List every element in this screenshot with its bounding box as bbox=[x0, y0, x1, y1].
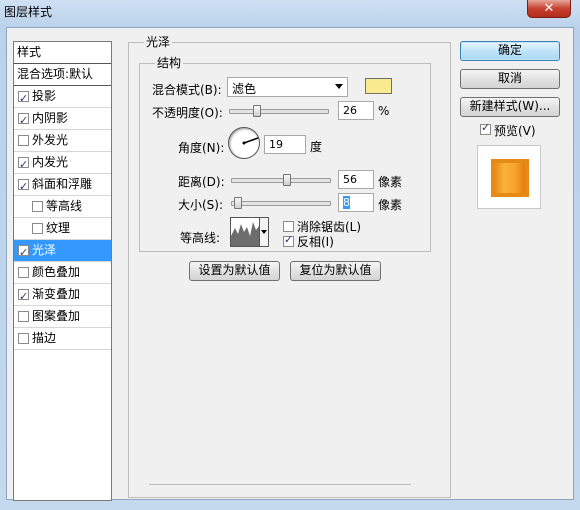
reset-default-button[interactable]: 复位为默认值 bbox=[290, 261, 381, 281]
style-list-label: 颜色叠加 bbox=[32, 265, 81, 279]
cancel-button[interactable]: 取消 bbox=[460, 69, 560, 89]
opacity-label: 不透明度(O): bbox=[152, 106, 223, 120]
style-list-item[interactable]: 外发光 bbox=[14, 130, 111, 152]
size-slider-track[interactable] bbox=[231, 201, 331, 206]
style-list-item[interactable]: 样式 bbox=[14, 42, 111, 64]
style-list-checkbox[interactable] bbox=[18, 110, 29, 131]
blend-mode-select[interactable]: 滤色 bbox=[227, 77, 348, 97]
new-style-button[interactable]: 新建样式(W)... bbox=[460, 97, 560, 117]
style-list-label: 斜面和浮雕 bbox=[32, 177, 93, 191]
satin-group: 光泽 结构 混合模式(B): 滤色 不透明度(O): 26 % 角度(N): 1… bbox=[128, 36, 451, 498]
bottom-divider bbox=[149, 484, 411, 485]
size-label: 大小(S): bbox=[178, 198, 224, 212]
style-list-checkbox[interactable] bbox=[18, 176, 29, 197]
chevron-down-icon bbox=[335, 84, 343, 89]
blend-mode-value: 滤色 bbox=[232, 82, 257, 96]
style-list-label: 等高线 bbox=[46, 199, 83, 213]
style-list-label: 光泽 bbox=[32, 243, 57, 257]
style-list-item[interactable]: 混合选项:默认 bbox=[14, 64, 111, 86]
style-list-checkbox[interactable] bbox=[32, 201, 43, 212]
contour-dropdown[interactable] bbox=[260, 217, 269, 247]
title-bar[interactable]: 图层样式 ✕ bbox=[0, 0, 580, 22]
make-default-button[interactable]: 设置为默认值 bbox=[189, 261, 280, 281]
contour-label: 等高线: bbox=[180, 231, 221, 245]
style-list-label: 渐变叠加 bbox=[32, 287, 81, 301]
style-list-item[interactable]: 内发光 bbox=[14, 152, 111, 175]
layer-style-dialog: 图层样式 ✕ 样式混合选项:默认投影内阴影外发光内发光斜面和浮雕等高线纹理光泽颜… bbox=[0, 0, 580, 510]
blend-mode-label: 混合模式(B): bbox=[152, 83, 222, 97]
style-list-label: 混合选项:默认 bbox=[17, 67, 94, 81]
structure-group-title: 结构 bbox=[155, 56, 184, 70]
distance-input[interactable]: 56 bbox=[338, 170, 374, 189]
opacity-input[interactable]: 26 bbox=[338, 101, 374, 120]
style-list: 样式混合选项:默认投影内阴影外发光内发光斜面和浮雕等高线纹理光泽颜色叠加渐变叠加… bbox=[13, 41, 112, 501]
style-list-item[interactable]: 颜色叠加 bbox=[14, 262, 111, 284]
window-title: 图层样式 bbox=[4, 5, 53, 19]
style-list-item[interactable]: 描边 bbox=[14, 328, 111, 350]
style-list-item[interactable]: 渐变叠加 bbox=[14, 284, 111, 307]
style-list-item[interactable]: 纹理 bbox=[14, 218, 111, 240]
style-list-checkbox[interactable] bbox=[18, 88, 29, 109]
style-list-label: 样式 bbox=[17, 45, 42, 59]
antialias-checkbox[interactable] bbox=[283, 221, 294, 232]
angle-unit: 度 bbox=[310, 140, 323, 154]
distance-unit: 像素 bbox=[378, 175, 403, 189]
close-button[interactable]: ✕ bbox=[527, 0, 571, 18]
opacity-slider-track[interactable] bbox=[229, 109, 329, 114]
structure-group: 结构 混合模式(B): 滤色 不透明度(O): 26 % 角度(N): 19 度… bbox=[139, 57, 431, 252]
style-list-item[interactable]: 等高线 bbox=[14, 196, 111, 218]
style-list-label: 图案叠加 bbox=[32, 309, 81, 323]
size-input-value: 8 bbox=[343, 196, 350, 209]
style-list-label: 外发光 bbox=[32, 133, 69, 147]
distance-slider-thumb[interactable] bbox=[282, 174, 291, 186]
distance-slider-track[interactable] bbox=[231, 178, 331, 183]
contour-picker[interactable] bbox=[230, 217, 260, 247]
dialog-client-area: 样式混合选项:默认投影内阴影外发光内发光斜面和浮雕等高线纹理光泽颜色叠加渐变叠加… bbox=[6, 27, 574, 501]
invert-label: 反相(I) bbox=[297, 235, 334, 249]
angle-label: 角度(N): bbox=[178, 141, 225, 155]
style-list-label: 投影 bbox=[32, 89, 57, 103]
style-list-checkbox[interactable] bbox=[18, 135, 29, 146]
size-slider-thumb[interactable] bbox=[233, 197, 242, 209]
satin-group-title: 光泽 bbox=[144, 35, 173, 49]
blend-color-swatch[interactable] bbox=[365, 78, 392, 94]
style-list-checkbox[interactable] bbox=[18, 267, 29, 278]
style-list-label: 描边 bbox=[32, 331, 57, 345]
style-list-label: 纹理 bbox=[46, 221, 71, 235]
size-input[interactable]: 8 bbox=[338, 193, 374, 212]
contour-curve-icon bbox=[231, 222, 259, 246]
style-list-item[interactable]: 内阴影 bbox=[14, 108, 111, 131]
style-list-item[interactable]: 图案叠加 bbox=[14, 306, 111, 328]
invert-checkbox[interactable] bbox=[283, 233, 294, 247]
style-list-checkbox[interactable] bbox=[18, 333, 29, 344]
ok-button[interactable]: 确定 bbox=[460, 41, 560, 61]
style-list-checkbox[interactable] bbox=[18, 154, 29, 175]
angle-input[interactable]: 19 bbox=[264, 135, 306, 154]
opacity-unit: % bbox=[378, 104, 390, 118]
angle-needle-icon bbox=[242, 137, 259, 145]
distance-label: 距离(D): bbox=[178, 175, 225, 189]
style-list-checkbox[interactable] bbox=[32, 223, 43, 234]
preview-thumbnail bbox=[491, 159, 529, 197]
opacity-slider-thumb[interactable] bbox=[252, 105, 261, 117]
chevron-down-icon bbox=[261, 230, 267, 234]
size-unit: 像素 bbox=[378, 198, 403, 212]
preview-label: 预览(V) bbox=[494, 124, 536, 138]
style-list-item[interactable]: 光泽 bbox=[14, 240, 111, 263]
angle-dial[interactable] bbox=[228, 127, 260, 159]
preview-checkbox[interactable] bbox=[480, 121, 491, 135]
style-list-item[interactable]: 投影 bbox=[14, 86, 111, 109]
style-list-checkbox[interactable] bbox=[18, 242, 29, 263]
style-preview bbox=[477, 145, 541, 209]
style-list-label: 内发光 bbox=[32, 155, 69, 169]
style-list-checkbox[interactable] bbox=[18, 286, 29, 307]
style-list-item[interactable]: 斜面和浮雕 bbox=[14, 174, 111, 197]
style-list-label: 内阴影 bbox=[32, 111, 69, 125]
style-list-checkbox[interactable] bbox=[18, 311, 29, 322]
